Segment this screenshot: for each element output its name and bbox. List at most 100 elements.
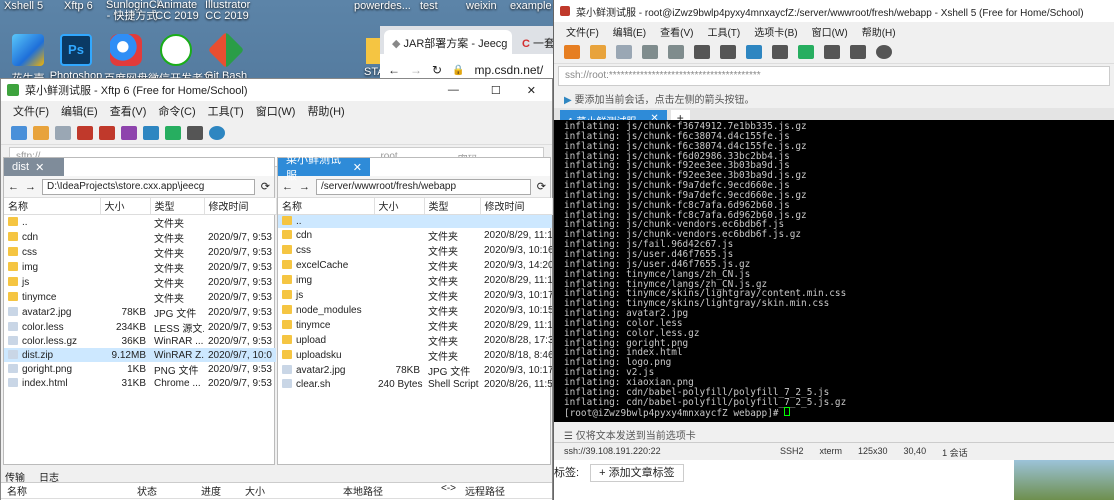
col-transfer-name[interactable]: 名称: [1, 483, 137, 498]
file-row[interactable]: excelCache 文件夹 2020/9/3, 14:20: [278, 258, 552, 273]
col-size[interactable]: 大小: [374, 198, 425, 215]
refresh-icon[interactable]: ⟳: [537, 180, 546, 193]
file-row[interactable]: css 文件夹 2020/9/3, 10:16: [278, 243, 552, 258]
file-row[interactable]: img 文件夹 2020/9/7, 9:53: [4, 260, 276, 275]
maximize-icon[interactable]: ☐: [491, 84, 501, 97]
close-tab-icon[interactable]: ✕: [35, 161, 44, 174]
reconnect-icon[interactable]: [616, 44, 632, 59]
menu-edit[interactable]: 编辑(E): [61, 103, 98, 119]
open-icon[interactable]: [590, 44, 606, 59]
desktop-icon-gitbash[interactable]: Git Bash: [198, 31, 254, 82]
sync-icon[interactable]: [121, 125, 137, 140]
file-row[interactable]: avatar2.jpg 78KB JPG 文件 2020/9/7, 9:53: [4, 305, 276, 320]
globe-icon[interactable]: [746, 44, 762, 59]
tab-log[interactable]: 日志: [39, 469, 59, 484]
file-row[interactable]: color.less 234KB LESS 源文... 2020/9/7, 9:53: [4, 320, 276, 335]
new-session-icon[interactable]: [564, 44, 580, 59]
forward-icon[interactable]: →: [299, 181, 310, 193]
xshell-address-input[interactable]: ssh://root:*****************************…: [565, 70, 761, 82]
help-icon[interactable]: [876, 44, 892, 59]
desktop-label-illustrator[interactable]: Illustrator CC 2019: [205, 0, 250, 22]
copy-icon[interactable]: [642, 44, 658, 59]
add-tag-button[interactable]: + 添加文章标签: [590, 464, 684, 482]
tab-remote[interactable]: 菜小鲜测试服 ✕: [278, 154, 370, 182]
terminal-prompt[interactable]: [root@iZwz9bwlp4pyxy4mnxaycfZ webapp]#: [564, 407, 1105, 419]
file-row[interactable]: index.html 31KB Chrome ... 2020/9/7, 9:53: [4, 377, 276, 391]
close-tab-icon[interactable]: ✕: [353, 161, 362, 174]
tab-transfers[interactable]: 传输: [5, 469, 25, 484]
col-transfer-direction[interactable]: <->: [441, 483, 465, 498]
col-type[interactable]: 类型: [424, 198, 481, 215]
col-transfer-remote[interactable]: 远程路径: [465, 483, 505, 498]
lock-icon[interactable]: [824, 44, 840, 59]
reload-icon[interactable]: ↻: [432, 63, 442, 77]
menu-file[interactable]: 文件(F): [566, 24, 599, 39]
back-icon[interactable]: ←: [8, 181, 19, 193]
desktop-label-xftp6[interactable]: Xftp 6: [64, 0, 93, 12]
col-name[interactable]: 名称: [278, 198, 375, 215]
forward-icon[interactable]: →: [25, 181, 36, 193]
col-transfer-local[interactable]: 本地路径: [343, 483, 441, 498]
menu-view[interactable]: 查看(V): [110, 103, 147, 119]
minimize-icon[interactable]: —: [448, 84, 459, 96]
bookmark-icon[interactable]: ▶: [564, 95, 574, 106]
menu-help[interactable]: 帮助(H): [307, 103, 344, 119]
back-icon[interactable]: ←: [282, 181, 293, 193]
back-icon[interactable]: ←: [388, 63, 400, 77]
globe-icon[interactable]: [143, 125, 159, 140]
file-row[interactable]: node_modules 文件夹 2020/9/3, 10:15: [278, 303, 552, 318]
desktop-label-test[interactable]: test: [420, 0, 438, 12]
help-icon[interactable]: [209, 125, 225, 140]
file-row[interactable]: avatar2.jpg 78KB JPG 文件 2020/9/3, 10:17: [278, 363, 552, 378]
menu-window[interactable]: 窗口(W): [812, 24, 848, 39]
refresh-icon[interactable]: ⟳: [261, 180, 270, 193]
file-row[interactable]: js 文件夹 2020/9/3, 10:17: [278, 288, 552, 303]
menu-help[interactable]: 帮助(H): [862, 24, 896, 39]
print-icon[interactable]: [720, 44, 736, 59]
col-name[interactable]: 名称: [4, 198, 101, 215]
close-icon[interactable]: ✕: [527, 84, 536, 97]
col-transfer-progress[interactable]: 进度: [201, 483, 245, 498]
menu-icon[interactable]: ☰: [564, 431, 576, 442]
file-row[interactable]: dist.zip 9.12MBWinRAR Z...2020/9/7, 10:0: [4, 348, 276, 363]
stop-icon[interactable]: [77, 125, 93, 140]
xftp-icon[interactable]: [798, 44, 814, 59]
xshell-icon[interactable]: [165, 125, 181, 140]
terminal[interactable]: inflating: js/chunk-f3674912.7e1bb335.js…: [554, 120, 1114, 422]
find-icon[interactable]: [694, 44, 710, 59]
file-row[interactable]: js 文件夹 2020/9/7, 9:53: [4, 275, 276, 290]
file-row[interactable]: cdn 文件夹 2020/8/29, 11:1: [278, 228, 552, 243]
col-transfer-status[interactable]: 状态: [137, 483, 201, 498]
desktop-label-powerdes[interactable]: powerdes...: [354, 0, 411, 12]
menu-view[interactable]: 查看(V): [660, 24, 693, 39]
file-row[interactable]: ..: [278, 214, 552, 228]
col-type[interactable]: 类型: [150, 198, 205, 215]
menu-tools[interactable]: 工具(T): [707, 24, 740, 39]
local-path-input[interactable]: D:\IdeaProjects\store.cxx.app\jeecg: [42, 178, 255, 195]
file-row[interactable]: img 文件夹 2020/8/29, 11:1: [278, 273, 552, 288]
desktop-label-sunlogin[interactable]: SunloginCl... - 快捷方式: [106, 0, 168, 22]
file-row[interactable]: css 文件夹 2020/9/7, 9:53: [4, 245, 276, 260]
desktop-label-animate[interactable]: Animate CC 2019: [155, 0, 199, 22]
file-row[interactable]: tinymce 文件夹 2020/9/7, 9:53: [4, 290, 276, 305]
menu-window[interactable]: 窗口(W): [256, 103, 296, 119]
file-row[interactable]: goright.png 1KB PNG 文件 2020/9/7, 9:53: [4, 362, 276, 377]
xshell-address-bar[interactable]: ssh://root:*****************************…: [558, 66, 1110, 86]
paste-icon[interactable]: [668, 44, 684, 59]
new-session-icon[interactable]: [11, 125, 27, 140]
col-modified[interactable]: 修改时间: [204, 198, 277, 215]
url-bar[interactable]: mp.csdn.net/: [475, 63, 544, 77]
open-folder-icon[interactable]: [33, 125, 49, 140]
file-row[interactable]: tinymce 文件夹 2020/8/29, 11:1: [278, 318, 552, 333]
file-row[interactable]: .. 文件夹: [4, 214, 276, 230]
desktop-label-weixin[interactable]: weixin: [466, 0, 497, 12]
desktop-label-example[interactable]: example: [510, 0, 552, 12]
desktop-label-xshell5[interactable]: Xshell 5: [4, 0, 43, 12]
keyboard-icon[interactable]: [850, 44, 866, 59]
col-size[interactable]: 大小: [100, 198, 151, 215]
menu-file[interactable]: 文件(F): [13, 103, 49, 119]
file-row[interactable]: cdn 文件夹 2020/9/7, 9:53: [4, 230, 276, 245]
file-row[interactable]: color.less.gz 36KB WinRAR ... 2020/9/7, 9:5…: [4, 335, 276, 349]
file-row[interactable]: upload 文件夹 2020/8/28, 17:3: [278, 333, 552, 348]
gear-icon[interactable]: [187, 125, 203, 140]
